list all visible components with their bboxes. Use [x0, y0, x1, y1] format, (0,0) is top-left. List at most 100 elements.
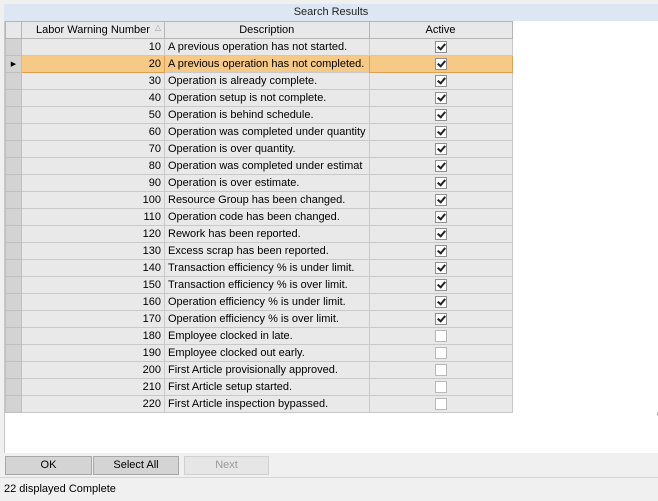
ok-button[interactable]: OK: [5, 456, 92, 475]
active-checkbox[interactable]: [434, 109, 447, 122]
row-selector[interactable]: [5, 225, 22, 243]
table-row[interactable]: 140 Transaction efficiency % is under lim…: [5, 259, 513, 277]
row-selector[interactable]: [5, 259, 22, 277]
table-row[interactable]: 10 A previous operation has not started.: [5, 38, 513, 56]
active-cell[interactable]: [368, 106, 513, 124]
active-checkbox[interactable]: [434, 160, 447, 173]
table-row[interactable]: 50 Operation is behind schedule.: [5, 106, 513, 124]
description-cell[interactable]: First Article provisionally approved.: [164, 361, 370, 379]
labor-warning-number-cell[interactable]: 150: [21, 276, 165, 294]
active-checkbox[interactable]: [434, 75, 447, 88]
table-row[interactable]: 170 Operation efficiency % is over limit.: [5, 310, 513, 328]
description-cell[interactable]: First Article setup started.: [164, 378, 370, 396]
description-cell[interactable]: Operation setup is not complete.: [164, 89, 370, 107]
active-checkbox[interactable]: [434, 211, 447, 224]
row-selector-header[interactable]: [5, 21, 22, 39]
labor-warning-number-cell[interactable]: 170: [21, 310, 165, 328]
description-cell[interactable]: Rework has been reported.: [164, 225, 370, 243]
table-row[interactable]: 80 Operation was completed under estimat: [5, 157, 513, 175]
labor-warning-number-cell[interactable]: 40: [21, 89, 165, 107]
next-button[interactable]: Next: [184, 456, 269, 475]
column-header-description[interactable]: Description: [164, 21, 370, 39]
row-selector[interactable]: [5, 38, 22, 56]
active-checkbox[interactable]: [434, 177, 447, 190]
active-checkbox[interactable]: [434, 41, 447, 54]
active-cell[interactable]: [368, 123, 513, 141]
row-selector[interactable]: [5, 72, 22, 90]
table-row[interactable]: 70 Operation is over quantity.: [5, 140, 513, 158]
row-selector[interactable]: ▶: [5, 55, 22, 73]
table-row[interactable]: 30 Operation is already complete.: [5, 72, 513, 90]
labor-warning-number-cell[interactable]: 140: [21, 259, 165, 277]
active-checkbox[interactable]: [434, 330, 447, 343]
active-checkbox[interactable]: [434, 364, 447, 377]
row-selector[interactable]: [5, 378, 22, 396]
description-cell[interactable]: Employee clocked in late.: [164, 327, 370, 345]
labor-warning-number-cell[interactable]: 180: [21, 327, 165, 345]
table-row[interactable]: 90 Operation is over estimate.: [5, 174, 513, 192]
labor-warning-number-cell[interactable]: 60: [21, 123, 165, 141]
active-checkbox[interactable]: [434, 279, 447, 292]
active-checkbox[interactable]: [434, 296, 447, 309]
description-cell[interactable]: Operation is behind schedule.: [164, 106, 370, 124]
table-row[interactable]: 60 Operation was completed under quantity: [5, 123, 513, 141]
active-checkbox[interactable]: [434, 347, 447, 360]
description-cell[interactable]: Operation is over quantity.: [164, 140, 370, 158]
description-cell[interactable]: First Article inspection bypassed.: [164, 395, 370, 413]
labor-warning-number-cell[interactable]: 190: [21, 344, 165, 362]
active-cell[interactable]: [368, 191, 513, 209]
active-cell[interactable]: [368, 242, 513, 260]
row-selector[interactable]: [5, 174, 22, 192]
table-row[interactable]: 110 Operation code has been changed.: [5, 208, 513, 226]
column-header-active[interactable]: Active: [368, 21, 513, 39]
active-checkbox[interactable]: [434, 245, 447, 258]
active-cell[interactable]: [368, 395, 513, 413]
description-cell[interactable]: Operation efficiency % is under limit.: [164, 293, 370, 311]
row-selector[interactable]: [5, 276, 22, 294]
labor-warning-number-cell[interactable]: 220: [21, 395, 165, 413]
labor-warning-number-cell[interactable]: 10: [21, 38, 165, 56]
active-cell[interactable]: [368, 38, 513, 56]
active-cell[interactable]: [368, 208, 513, 226]
description-cell[interactable]: Operation was completed under quantity: [164, 123, 370, 141]
active-cell[interactable]: [368, 310, 513, 328]
row-selector[interactable]: [5, 395, 22, 413]
description-cell[interactable]: Resource Group has been changed.: [164, 191, 370, 209]
row-selector[interactable]: [5, 242, 22, 260]
active-cell[interactable]: [368, 344, 513, 362]
row-selector[interactable]: [5, 157, 22, 175]
active-cell[interactable]: [368, 293, 513, 311]
labor-warning-number-cell[interactable]: 200: [21, 361, 165, 379]
row-selector[interactable]: [5, 123, 22, 141]
table-row[interactable]: 100 Resource Group has been changed.: [5, 191, 513, 209]
row-selector[interactable]: [5, 361, 22, 379]
row-selector[interactable]: [5, 310, 22, 328]
row-selector[interactable]: [5, 293, 22, 311]
table-row[interactable]: 150 Transaction efficiency % is over limi…: [5, 276, 513, 294]
labor-warning-number-cell[interactable]: 80: [21, 157, 165, 175]
row-selector[interactable]: [5, 208, 22, 226]
active-cell[interactable]: [368, 174, 513, 192]
row-selector[interactable]: [5, 344, 22, 362]
table-row[interactable]: 210 First Article setup started.: [5, 378, 513, 396]
table-row[interactable]: 130 Excess scrap has been reported.: [5, 242, 513, 260]
labor-warning-number-cell[interactable]: 30: [21, 72, 165, 90]
active-cell[interactable]: [368, 157, 513, 175]
labor-warning-number-cell[interactable]: 160: [21, 293, 165, 311]
select-all-button[interactable]: Select All: [93, 456, 179, 475]
active-cell[interactable]: [368, 276, 513, 294]
description-cell[interactable]: Operation was completed under estimat: [164, 157, 370, 175]
table-row[interactable]: 200 First Article provisionally approved.: [5, 361, 513, 379]
active-checkbox[interactable]: [434, 313, 447, 326]
description-cell[interactable]: Employee clocked out early.: [164, 344, 370, 362]
labor-warning-number-cell[interactable]: 210: [21, 378, 165, 396]
column-header-labor-warning-number[interactable]: Labor Warning Number △: [21, 21, 165, 39]
labor-warning-number-cell[interactable]: 90: [21, 174, 165, 192]
labor-warning-number-cell[interactable]: 70: [21, 140, 165, 158]
active-checkbox[interactable]: [434, 126, 447, 139]
table-row[interactable]: 120 Rework has been reported.: [5, 225, 513, 243]
active-checkbox[interactable]: [434, 228, 447, 241]
table-row[interactable]: 180 Employee clocked in late.: [5, 327, 513, 345]
description-cell[interactable]: Excess scrap has been reported.: [164, 242, 370, 260]
active-cell[interactable]: [368, 140, 513, 158]
